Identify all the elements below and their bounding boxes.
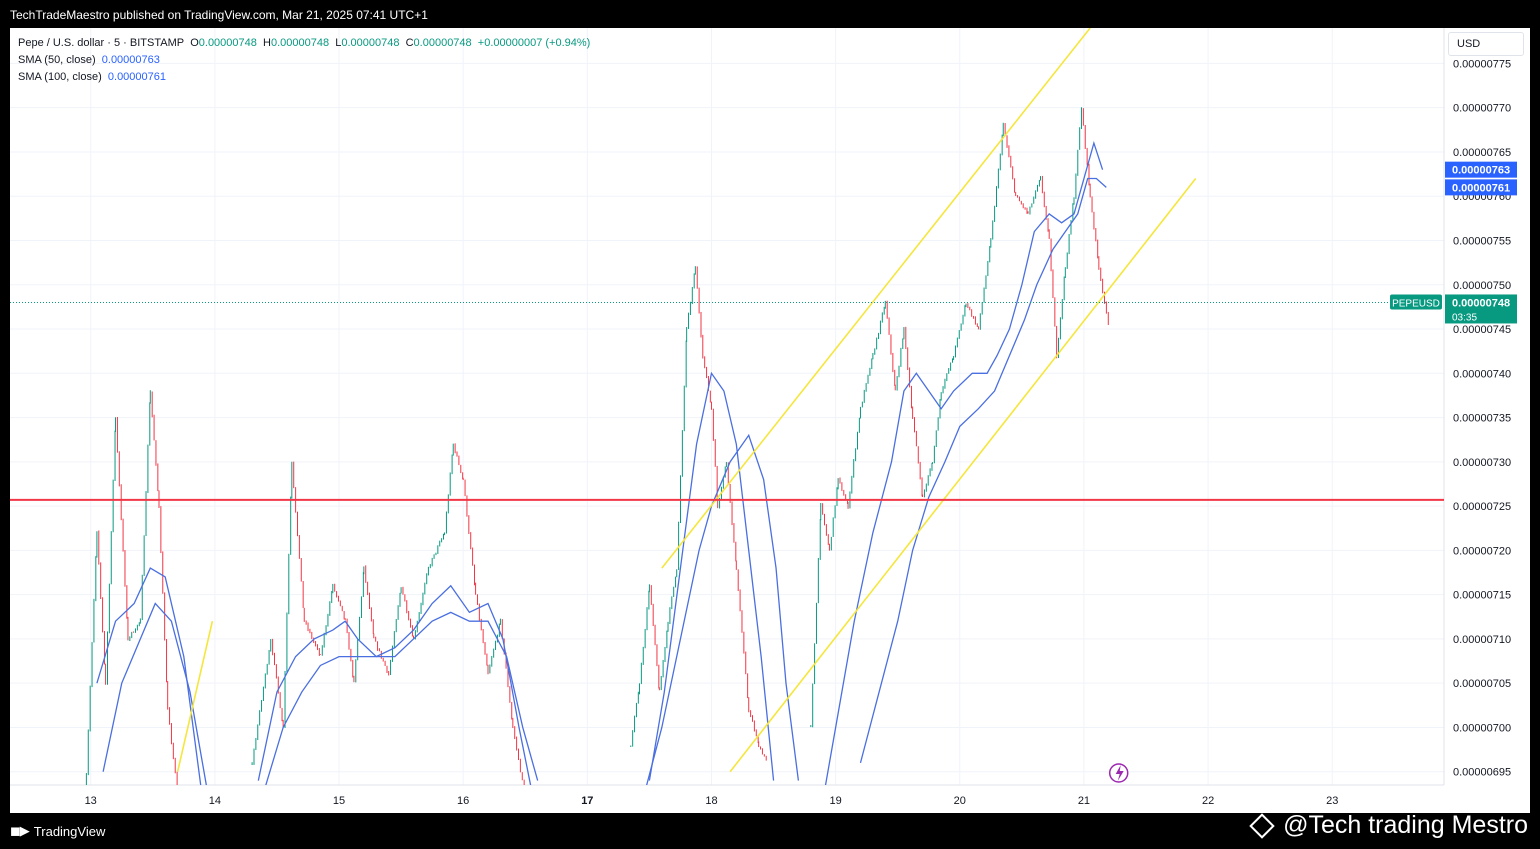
x-tick-label: 21: [1078, 795, 1090, 807]
x-tick-label: 13: [85, 795, 97, 807]
y-tick-label: 0.00000765: [1453, 147, 1511, 159]
legend-sma100-value: 0.00000761: [107, 71, 167, 83]
y-tick-label: 0.00000725: [1453, 501, 1511, 513]
x-tick-label: 14: [209, 795, 221, 807]
channel-trendline: [176, 621, 214, 772]
y-tick-label: 0.00000775: [1453, 58, 1511, 70]
legend-sma50-label: SMA (50, close): [18, 54, 96, 66]
legend-change: +0.00000007 (+0.94%): [477, 37, 591, 49]
currency-button[interactable]: USD: [1448, 32, 1524, 56]
legend-open: 0.00000748: [198, 37, 257, 49]
x-tick-label: 19: [830, 795, 842, 807]
legend-sma50-value: 0.00000763: [101, 54, 160, 66]
y-tick-label: 0.00000735: [1453, 413, 1511, 425]
sma-100-line[interactable]: [859, 177, 1107, 764]
author-watermark: @Tech trading Mestro: [1249, 811, 1528, 840]
bar-countdown: 03:35: [1452, 312, 1477, 323]
y-tick-label: 0.00000715: [1453, 590, 1511, 602]
legend-low: 0.00000748: [341, 37, 400, 49]
candles: [85, 107, 1109, 785]
legend-o-label: O: [190, 37, 199, 49]
legend-close: 0.00000748: [413, 37, 472, 49]
tradingview-brand: TradingView: [33, 823, 106, 839]
y-tick-label: 0.00000710: [1453, 634, 1511, 646]
legend-high: 0.00000748: [270, 37, 330, 49]
chart-legend: Pepe / U.S. dollar · 5 · BITSTAMP O0.000…: [18, 35, 590, 86]
sma-100-line[interactable]: [102, 602, 209, 798]
binance-diamond-icon: [1249, 812, 1275, 839]
x-tick-label: 22: [1202, 795, 1214, 807]
y-tick-label: 0.00000705: [1453, 678, 1511, 690]
legend-sma100-label: SMA (100, close): [18, 71, 102, 83]
x-tick-label: 23: [1326, 795, 1338, 807]
chart-pane[interactable]: 0.00000695 0.00000700 0.00000705 0.00000710…: [10, 28, 1530, 813]
sma-100-tag-label: 0.00000761: [1452, 182, 1510, 194]
x-tick-label: 15: [333, 795, 345, 807]
sma-100-line[interactable]: [643, 433, 800, 798]
y-tick-label: 0.00000750: [1453, 280, 1511, 292]
sma-50-tag-label: 0.00000763: [1452, 165, 1510, 177]
last-price-value: 0.00000748: [1452, 297, 1510, 309]
y-tick-label: 0.00000755: [1453, 235, 1511, 247]
sma-50-line[interactable]: [257, 584, 532, 790]
channel-trendline: [661, 28, 1091, 569]
y-tick-label: 0.00000720: [1453, 545, 1511, 557]
legend-symbol[interactable]: Pepe / U.S. dollar · 5 · BITSTAMP: [18, 37, 184, 49]
x-tick-label: 18: [705, 795, 717, 807]
watermark-text: @Tech trading Mestro: [1283, 811, 1528, 839]
price-chart[interactable]: 0.00000695 0.00000700 0.00000705 0.00000710…: [10, 28, 1530, 813]
x-tick-label: 20: [954, 795, 966, 807]
top-bar: TechTradeMaestro published on TradingVie…: [0, 0, 1540, 28]
legend-sma50-row[interactable]: SMA (50, close) 0.00000763: [18, 52, 590, 69]
y-tick-label: 0.00000745: [1453, 324, 1511, 336]
tradingview-logo-icon: ◼▶: [10, 823, 30, 838]
bottom-bar: ◼▶ TradingView @Tech trading Mestro: [0, 811, 1540, 849]
x-tick-label: 17: [581, 795, 593, 807]
sma-50-line[interactable]: [823, 140, 1104, 798]
legend-c-label: C: [405, 37, 414, 49]
y-tick-label: 0.00000740: [1453, 368, 1511, 380]
y-tick-label: 0.00000700: [1453, 722, 1511, 734]
symbol-tag-label: PEPEUSD: [1392, 298, 1440, 309]
tradingview-logo[interactable]: ◼▶ TradingView: [10, 823, 105, 839]
published-text: TechTradeMaestro published on TradingVie…: [10, 8, 428, 22]
y-tick-label: 0.00000695: [1453, 767, 1511, 779]
x-tick-label: 16: [457, 795, 469, 807]
legend-h-label: H: [263, 37, 271, 49]
y-tick-label: 0.00000730: [1453, 457, 1511, 469]
legend-ohlc-row: Pepe / U.S. dollar · 5 · BITSTAMP O0.000…: [18, 35, 590, 52]
legend-sma100-row[interactable]: SMA (100, close) 0.00000761: [18, 69, 590, 86]
y-tick-label: 0.00000770: [1453, 103, 1511, 115]
